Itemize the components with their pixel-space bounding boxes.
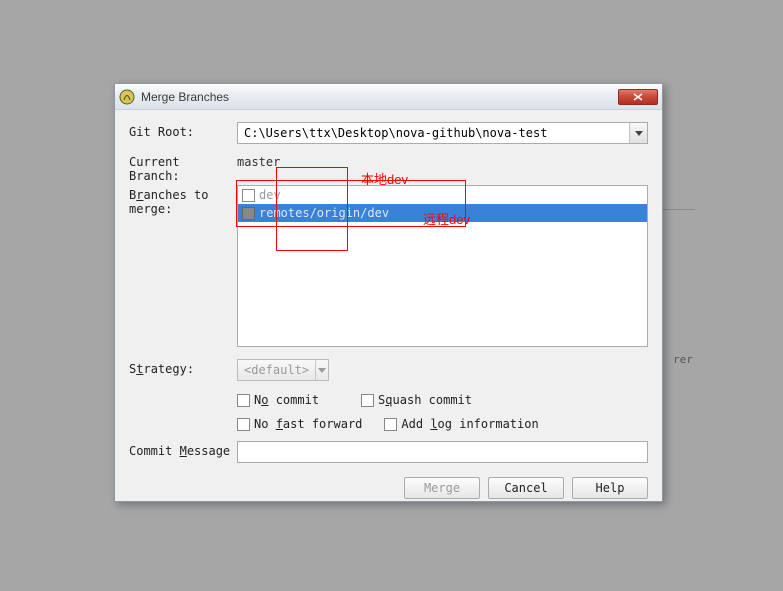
titlebar[interactable]: Merge Branches xyxy=(115,84,662,110)
background-stray-text: rer xyxy=(673,353,693,366)
add-log-information-checkbox[interactable]: Add log information xyxy=(384,417,538,431)
dialog-content: Git Root: C:\Users\ttx\Desktop\nova-gith… xyxy=(115,110,662,509)
branch-checkbox[interactable] xyxy=(242,207,255,220)
strategy-value: <default> xyxy=(238,363,315,377)
checkbox-icon xyxy=(361,394,374,407)
no-fast-forward-checkbox[interactable]: No fast forward xyxy=(237,417,362,431)
branch-label: dev xyxy=(259,188,281,202)
checkbox-icon xyxy=(237,394,250,407)
branch-item-dev[interactable]: dev xyxy=(238,186,647,204)
git-root-label: Git Root: xyxy=(129,122,237,139)
help-button[interactable]: Help xyxy=(572,477,648,499)
checkbox-icon xyxy=(384,418,397,431)
current-branch-label: Current Branch: xyxy=(129,152,237,183)
dialog-title: Merge Branches xyxy=(141,90,618,104)
merge-branches-dialog: Merge Branches Git Root: C:\Users\ttx\De… xyxy=(114,83,663,502)
annotation-local-dev: 本地dev xyxy=(361,169,408,188)
chevron-down-icon xyxy=(635,131,643,136)
chevron-down-icon xyxy=(318,368,326,373)
git-root-combo[interactable]: C:\Users\ttx\Desktop\nova-github\nova-te… xyxy=(237,122,648,144)
git-root-value: C:\Users\ttx\Desktop\nova-github\nova-te… xyxy=(238,126,629,140)
strategy-label: Strategy: xyxy=(129,359,237,376)
branch-label: remotes/origin/dev xyxy=(259,206,389,220)
strategy-dropdown-button[interactable] xyxy=(315,360,328,380)
checkbox-icon xyxy=(237,418,250,431)
squash-commit-checkbox[interactable]: Squash commit xyxy=(361,393,472,407)
git-root-dropdown-button[interactable] xyxy=(629,123,647,143)
merge-button[interactable]: Merge xyxy=(404,477,480,499)
commit-message-input[interactable] xyxy=(237,441,648,463)
app-icon xyxy=(119,89,135,105)
annotation-remote-dev: 远程dev xyxy=(423,209,470,228)
close-button[interactable] xyxy=(618,89,658,105)
commit-message-label: Commit Message xyxy=(129,441,237,458)
branches-to-merge-label: Branches to merge: xyxy=(129,185,237,216)
current-branch-value: master xyxy=(237,152,280,169)
cancel-button[interactable]: Cancel xyxy=(488,477,564,499)
strategy-combo[interactable]: <default> xyxy=(237,359,329,381)
branch-checkbox[interactable] xyxy=(242,189,255,202)
no-commit-checkbox[interactable]: No commit xyxy=(237,393,319,407)
